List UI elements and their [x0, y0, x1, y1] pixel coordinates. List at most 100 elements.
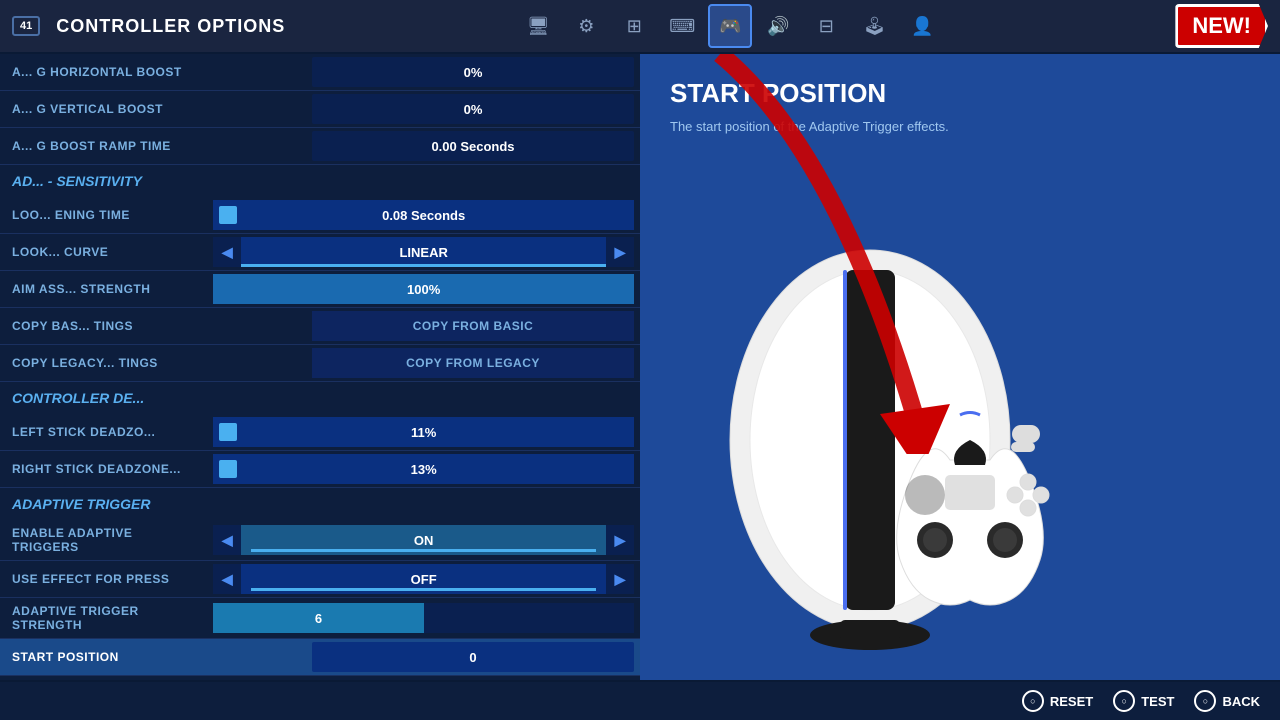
display-icon[interactable]: 🖥: [516, 4, 560, 48]
use-effect-right-arrow[interactable]: ▶: [606, 564, 634, 594]
reset-label: RESET: [1050, 694, 1093, 709]
adaptive-strength-label: ADAPTIVE TRIGGER STRENGTH: [0, 598, 213, 638]
test-circle: ○: [1113, 690, 1135, 712]
use-effect-press-label: USE EFFECT FOR PRESS: [0, 566, 213, 592]
adaptive-trigger-section-title: ADAPTIVE TRIGGER: [12, 496, 150, 512]
reset-circle: ○: [1022, 690, 1044, 712]
left-settings-panel: A... G HORIZONTAL BOOST 0% A... G VERTIC…: [0, 54, 640, 680]
test-label: TEST: [1141, 694, 1174, 709]
hud-icon[interactable]: ⊞: [612, 4, 656, 48]
right-panel-title: START POSITION: [670, 78, 1250, 109]
left-stick-deadzone-row: LEFT STICK DEADZO... 11%: [0, 414, 640, 451]
boost-ramp-time-row: A... G BOOST RAMP TIME 0.00 Seconds: [0, 128, 640, 165]
boost-ramp-time-label: A... G BOOST RAMP TIME: [0, 133, 312, 159]
adaptive-trigger-on-text: ON: [414, 533, 434, 548]
left-deadzone-text: 11%: [411, 425, 436, 440]
look-curve-text: LINEAR: [399, 245, 447, 260]
new-badge: NEW!: [1175, 4, 1268, 48]
level-badge: 41: [12, 16, 40, 36]
main-content: A... G HORIZONTAL BOOST 0% A... G VERTIC…: [0, 54, 1280, 680]
look-curve-value-container: ◀ LINEAR ▶: [213, 237, 634, 267]
vertical-boost-value: 0%: [312, 94, 634, 124]
enable-adaptive-triggers-row: ENABLE ADAPTIVE TRIGGERS ◀ ON ▶: [0, 520, 640, 561]
sensitivity-section: AD... - SENSITIVITY: [0, 165, 640, 197]
copy-basic-row: COPY BAS... TINGS COPY FROM BASIC: [0, 308, 640, 345]
adaptive-strength-center: 6: [213, 603, 423, 633]
look-opening-time-center: 0.08 Seconds: [213, 200, 634, 230]
right-deadzone-text: 13%: [411, 462, 437, 477]
deadzone-section: CONTROLLER DE...: [0, 382, 640, 414]
look-curve-row: LOOK... CURVE ◀ LINEAR ▶: [0, 234, 640, 271]
copy-basic-label: COPY BAS... TINGS: [0, 313, 312, 339]
keyboard-icon[interactable]: ⌨: [660, 4, 704, 48]
aim-assist-value-container: 100%: [213, 274, 634, 304]
adaptive-strength-text: 6: [315, 611, 322, 626]
back-action[interactable]: ○ BACK: [1194, 690, 1260, 712]
controller-icon[interactable]: 🎮: [708, 4, 752, 48]
left-deadzone-thumb: [219, 423, 237, 441]
horizontal-boost-text: 0%: [464, 65, 483, 80]
horizontal-boost-value: 0%: [312, 57, 634, 87]
top-navigation-bar: 41 CONTROLLER OPTIONS 🖥 ⚙ ⊞ ⌨ 🎮 🔊 ⊟ 🕹 👤 …: [0, 0, 1280, 54]
horizontal-boost-label: A... G HORIZONTAL BOOST: [0, 59, 312, 85]
right-info-panel: START POSITION The start position of the…: [640, 54, 1280, 680]
copy-from-legacy-button[interactable]: COPY FROM LEGACY: [312, 348, 634, 378]
right-panel-description: The start position of the Adaptive Trigg…: [670, 117, 970, 137]
right-stick-deadzone-row: RIGHT STICK DEADZONE... 13%: [0, 451, 640, 488]
copy-legacy-row: COPY LEGACY... TINGS COPY FROM LEGACY: [0, 345, 640, 382]
audio-icon[interactable]: 🔊: [756, 4, 800, 48]
off-underline: [251, 588, 596, 591]
look-curve-right-arrow[interactable]: ▶: [606, 237, 634, 267]
deadzone-section-title: CONTROLLER DE...: [12, 390, 144, 406]
gamepad-icon[interactable]: 🕹: [852, 4, 896, 48]
reset-action[interactable]: ○ RESET: [1022, 690, 1093, 712]
right-deadzone-thumb: [219, 460, 237, 478]
adaptive-strength-row: ADAPTIVE TRIGGER STRENGTH 6: [0, 598, 640, 639]
right-deadzone-center: 13%: [213, 454, 634, 484]
right-deadzone-value-container: 13%: [213, 454, 634, 484]
use-effect-text: OFF: [411, 572, 437, 587]
boost-ramp-time-value: 0.00 Seconds: [312, 131, 634, 161]
use-effect-center: OFF: [241, 564, 606, 594]
adaptive-strength-value-container: 6: [213, 603, 634, 633]
adaptive-trigger-section: ADAPTIVE TRIGGER: [0, 488, 640, 520]
strength-remaining: [424, 603, 634, 633]
enable-adaptive-triggers-label: ENABLE ADAPTIVE TRIGGERS: [0, 520, 213, 560]
left-deadzone-value-container: 11%: [213, 417, 634, 447]
vertical-boost-text: 0%: [464, 102, 483, 117]
use-effect-left-arrow[interactable]: ◀: [213, 564, 241, 594]
settings-icon[interactable]: ⚙: [564, 4, 608, 48]
sensitivity-section-title: AD... - SENSITIVITY: [12, 173, 142, 189]
aim-assist-strength-row: AIM ASS... STRENGTH 100%: [0, 271, 640, 308]
look-curve-left-arrow[interactable]: ◀: [213, 237, 241, 267]
look-curve-center: LINEAR: [241, 237, 606, 267]
aim-assist-strength-label: AIM ASS... STRENGTH: [0, 276, 213, 302]
start-position-text: 0: [469, 650, 476, 665]
ps5-illustration-container: [670, 190, 1250, 670]
adaptive-trigger-center: ON: [241, 525, 606, 555]
left-stick-deadzone-label: LEFT STICK DEADZO...: [0, 419, 213, 445]
look-opening-time-row: LOO... ENING TIME 0.08 Seconds: [0, 197, 640, 234]
curve-underline: [241, 264, 606, 267]
right-stick-deadzone-label: RIGHT STICK DEADZONE...: [0, 456, 213, 482]
adaptive-trigger-right-arrow[interactable]: ▶: [606, 525, 634, 555]
adaptive-trigger-left-arrow[interactable]: ◀: [213, 525, 241, 555]
network-icon[interactable]: ⊟: [804, 4, 848, 48]
aim-assist-text: 100%: [407, 282, 440, 297]
left-deadzone-center: 11%: [213, 417, 634, 447]
test-action[interactable]: ○ TEST: [1113, 690, 1174, 712]
start-position-value: 0: [312, 642, 634, 672]
back-circle: ○: [1194, 690, 1216, 712]
panel-title: CONTROLLER OPTIONS: [56, 16, 285, 37]
vertical-boost-label: A... G VERTICAL BOOST: [0, 96, 312, 122]
vertical-boost-row: A... G VERTICAL BOOST 0%: [0, 91, 640, 128]
look-opening-time-label: LOO... ENING TIME: [0, 202, 213, 228]
look-opening-time-value-container: 0.08 Seconds: [213, 200, 634, 230]
copy-from-basic-button[interactable]: COPY FROM BASIC: [312, 311, 634, 341]
start-position-row[interactable]: START POSITION 0: [0, 639, 640, 676]
profile-icon[interactable]: 👤: [900, 4, 944, 48]
boost-ramp-time-text: 0.00 Seconds: [431, 139, 514, 154]
use-effect-press-row: USE EFFECT FOR PRESS ◀ OFF ▶: [0, 561, 640, 598]
nav-icons: 🖥 ⚙ ⊞ ⌨ 🎮 🔊 ⊟ 🕹 👤: [516, 4, 944, 48]
look-opening-time-text: 0.08 Seconds: [382, 208, 465, 223]
